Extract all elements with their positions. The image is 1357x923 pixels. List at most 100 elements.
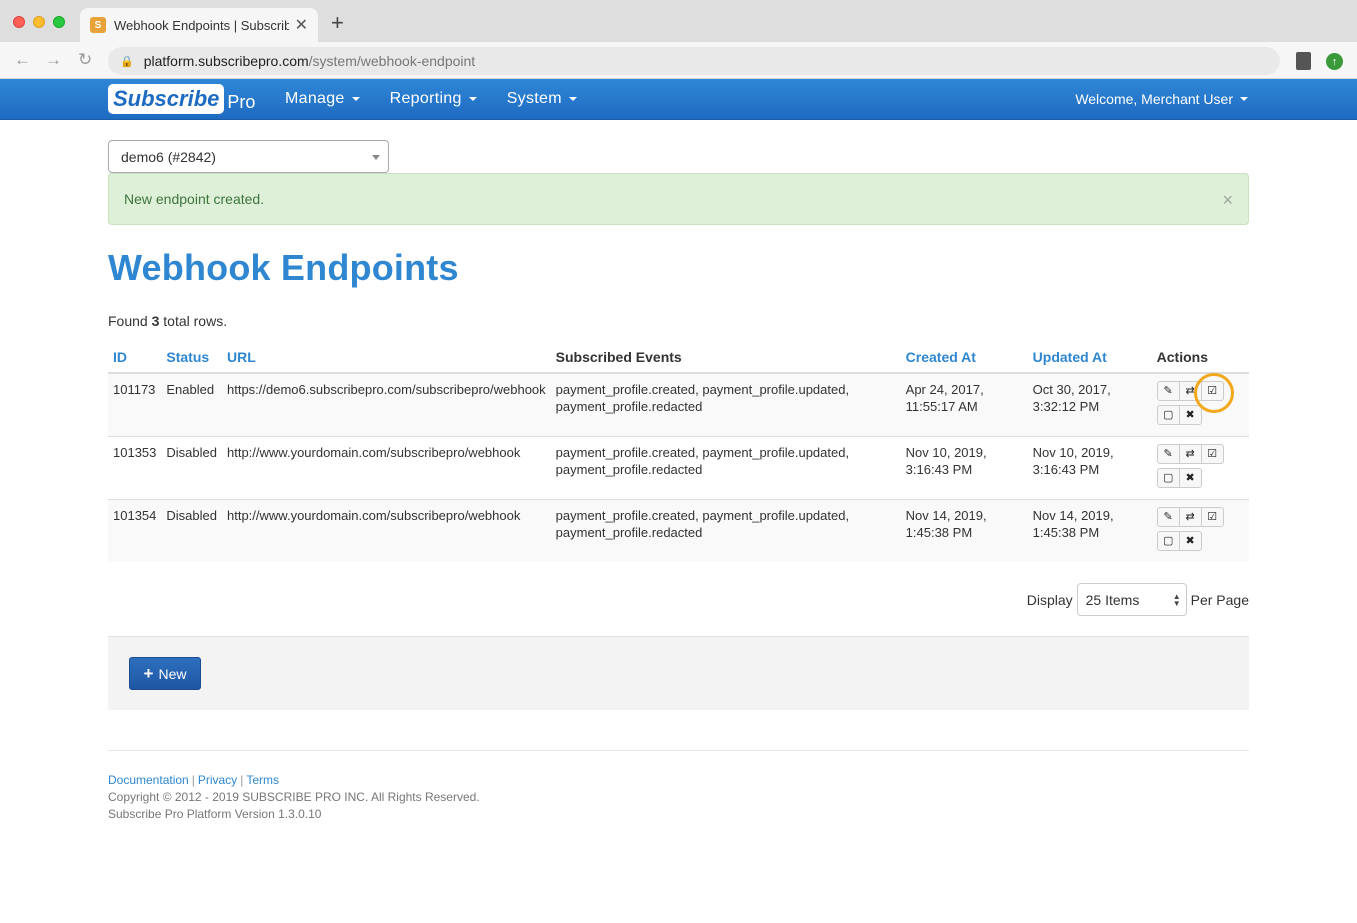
column-status[interactable]: Status <box>161 349 222 374</box>
disable-button[interactable]: ▢ <box>1156 531 1180 551</box>
tab-title: Webhook Endpoints | Subscrib <box>114 17 289 33</box>
events-line-2: payment_profile.redacted <box>555 525 703 540</box>
menu-manage[interactable]: Manage <box>285 90 360 108</box>
delete-button[interactable]: ✖ <box>1178 531 1202 551</box>
table-row: 101354 Disabled http://www.yourdomain.co… <box>108 499 1249 562</box>
swap-button[interactable]: ⇄ <box>1178 507 1202 527</box>
footer-link-documentation[interactable]: Documentation <box>108 773 189 787</box>
delete-button[interactable]: ✖ <box>1178 405 1202 425</box>
enable-checkbox-button[interactable]: ☑ <box>1200 444 1224 464</box>
action-group-top: ✎ ⇄ ☑ <box>1156 444 1244 466</box>
disable-button[interactable]: ▢ <box>1156 468 1180 488</box>
column-url[interactable]: URL <box>221 349 551 374</box>
footer-link-terms[interactable]: Terms <box>246 773 279 787</box>
cell-updated-at: Nov 14, 2019, 1:45:38 PM <box>1027 499 1152 562</box>
window-minimize-button[interactable] <box>33 16 45 28</box>
address-bar[interactable]: 🔒 platform.subscribepro.com/system/webho… <box>108 47 1280 75</box>
cell-id: 101173 <box>108 372 162 437</box>
caret-down-icon <box>468 97 477 101</box>
clipboard-extension-icon[interactable] <box>1296 52 1311 70</box>
success-alert: New endpoint created. × <box>108 173 1249 225</box>
cell-updated-at: Nov 10, 2019, 3:16:43 PM <box>1027 436 1152 500</box>
swap-button[interactable]: ⇄ <box>1178 444 1202 464</box>
url-host: platform.subscribepro.com <box>143 53 309 69</box>
column-updated-at[interactable]: Updated At <box>1027 349 1152 374</box>
updated-time: 3:32:12 PM <box>1032 399 1100 414</box>
table-row: 101173 Enabled https://demo6.subscribepr… <box>108 372 1249 437</box>
disable-button[interactable]: ▢ <box>1156 405 1180 425</box>
new-tab-icon[interactable]: + <box>331 12 344 34</box>
main-menu: Manage Reporting System <box>285 79 607 119</box>
events-line-1: payment_profile.created, payment_profile… <box>555 382 850 397</box>
created-date: Nov 10, 2019, <box>905 445 987 460</box>
separator: | <box>240 773 244 787</box>
copyright-text: Copyright © 2012 - 2019 SUBSCRIBE PRO IN… <box>108 790 480 804</box>
enable-checkbox-button[interactable]: ☑ <box>1193 373 1234 413</box>
cell-events: payment_profile.created, payment_profile… <box>550 499 901 562</box>
delete-button[interactable]: ✖ <box>1178 468 1202 488</box>
page-footer: Documentation | Privacy | Terms Copyright © … <box>108 750 1249 823</box>
created-time: 3:16:43 PM <box>905 462 973 477</box>
forward-arrow-icon[interactable]: → <box>45 50 62 70</box>
table-row: 101353 Disabled http://www.yourdomain.co… <box>108 436 1249 500</box>
cell-events: payment_profile.created, payment_profile… <box>550 372 901 437</box>
menu-system[interactable]: System <box>507 90 577 108</box>
menu-manage-label: Manage <box>285 90 345 107</box>
edit-button[interactable]: ✎ <box>1156 444 1180 464</box>
footer-link-privacy[interactable]: Privacy <box>198 773 237 787</box>
updated-date: Oct 30, 2017, <box>1032 382 1111 397</box>
events-line-2: payment_profile.redacted <box>555 462 703 477</box>
cell-created-at: Nov 10, 2019, 3:16:43 PM <box>900 436 1028 500</box>
cell-id: 101353 <box>108 436 162 500</box>
browser-tab[interactable]: S Webhook Endpoints | Subscrib ✕ <box>80 8 318 42</box>
subscribepro-favicon-icon: S <box>90 17 106 33</box>
edit-button[interactable]: ✎ <box>1156 381 1180 401</box>
alert-close-icon[interactable]: × <box>1222 190 1233 211</box>
version-text: Subscribe Pro Platform Version 1.3.0.10 <box>108 807 322 821</box>
menu-reporting[interactable]: Reporting <box>390 90 477 108</box>
action-group-bottom: ▢ ✖ <box>1156 468 1244 490</box>
created-time: 1:45:38 PM <box>905 525 973 540</box>
browser-tab-bar: S Webhook Endpoints | Subscrib ✕ + <box>0 0 1357 42</box>
window-maximize-button[interactable] <box>53 16 65 28</box>
user-menu[interactable]: Welcome, Merchant User <box>1075 79 1248 119</box>
action-group-top: ✎ ⇄ ☑ <box>1156 507 1244 529</box>
cell-created-at: Apr 24, 2017, 11:55:17 AM <box>900 372 1028 437</box>
updated-date: Nov 14, 2019, <box>1032 508 1114 523</box>
back-arrow-icon[interactable]: ← <box>14 50 31 70</box>
column-actions: Actions <box>1151 349 1249 374</box>
column-id[interactable]: ID <box>108 349 162 374</box>
new-button-label: New <box>158 665 187 682</box>
per-page-value: 25 Items <box>1085 591 1140 608</box>
per-page-label: Per Page <box>1190 591 1249 608</box>
edit-button[interactable]: ✎ <box>1156 507 1180 527</box>
per-page-select[interactable]: 25 Items ▲ ▼ <box>1076 583 1187 616</box>
url-path: /system/webhook-endpoint <box>308 53 476 69</box>
user-welcome-label: Welcome, Merchant User <box>1075 91 1233 107</box>
cell-actions: ✎ ⇄ ☑ ▢ ✖ <box>1151 436 1249 500</box>
updated-date: Nov 10, 2019, <box>1032 445 1114 460</box>
tab-close-icon[interactable]: ✕ <box>295 15 308 35</box>
subscribepro-logo[interactable]: Subscribe Pro <box>108 84 255 114</box>
updown-arrows-icon: ▲ ▼ <box>1172 592 1181 608</box>
caret-down-icon <box>1240 97 1248 101</box>
column-created-at[interactable]: Created At <box>900 349 1028 374</box>
new-endpoint-button[interactable]: + New <box>129 657 201 690</box>
events-line-1: payment_profile.created, payment_profile… <box>555 508 850 523</box>
enable-checkbox-button[interactable]: ☑ <box>1200 507 1224 527</box>
menu-system-label: System <box>506 90 562 107</box>
table-header-row: ID Status URL Subscribed Events Created … <box>108 349 1249 374</box>
footer-links: Documentation | Privacy | Terms <box>108 772 1249 789</box>
logo-main-text: Subscribe <box>108 84 225 114</box>
row-count-summary: Found 3 total rows. <box>108 313 1249 329</box>
cell-url: http://www.yourdomain.com/subscribepro/w… <box>221 499 551 562</box>
created-date: Apr 24, 2017, <box>905 382 984 397</box>
cell-actions: ✎ ⇄ ☑ ▢ ✖ <box>1151 372 1249 437</box>
caret-down-icon <box>568 97 577 101</box>
plus-icon: + <box>143 663 154 683</box>
window-close-button[interactable] <box>13 16 25 28</box>
store-selector[interactable]: demo6 (#2842) <box>108 140 389 173</box>
reload-icon[interactable]: ↻ <box>78 50 92 70</box>
upload-extension-icon[interactable]: ↑ <box>1326 53 1343 70</box>
store-selector-value: demo6 (#2842) <box>121 148 216 165</box>
